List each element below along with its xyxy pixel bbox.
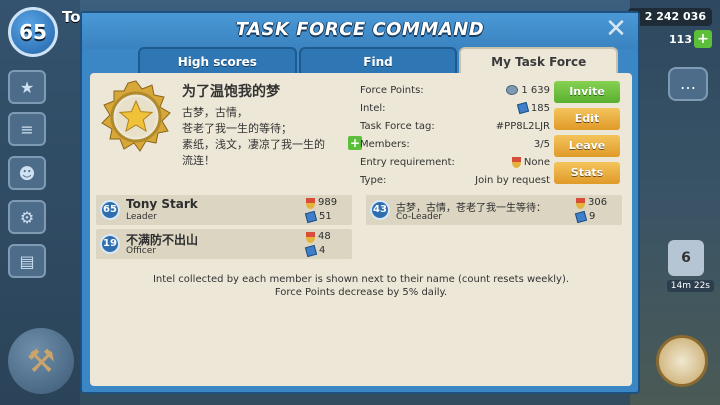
resource-counter: 2 242 036 bbox=[628, 8, 712, 26]
notification-count[interactable]: 6 bbox=[668, 240, 704, 276]
edit-button[interactable]: Edit bbox=[554, 108, 620, 130]
medal-icon bbox=[306, 197, 315, 209]
intel-icon bbox=[516, 101, 530, 115]
tag-value: #PP8L2LJR bbox=[495, 120, 550, 132]
member-level-badge: 65 bbox=[100, 200, 120, 220]
members-value: 3/5 bbox=[533, 138, 550, 150]
member-level-badge: 19 bbox=[100, 234, 120, 254]
entry-row: Entry requirement: None bbox=[360, 153, 550, 171]
member-role: Officer bbox=[126, 246, 156, 256]
member-intel: 51 bbox=[319, 211, 332, 222]
chat-icon[interactable]: … bbox=[668, 67, 708, 101]
tag-label: Task Force tag: bbox=[360, 120, 435, 132]
members-row: Members: 3/5 bbox=[360, 135, 550, 153]
tab-my-task-force[interactable]: My Task Force bbox=[459, 47, 619, 75]
type-value: Join by request bbox=[475, 174, 550, 186]
intel-icon bbox=[574, 210, 588, 224]
description-line: 素纸，浅文，凄凉了我一生的 bbox=[182, 138, 325, 151]
member-medals: 306 bbox=[588, 197, 608, 208]
task-force-name: 为了温饱我的梦 bbox=[182, 84, 280, 100]
member-role: Leader bbox=[126, 212, 157, 222]
map-icon[interactable]: ▤ bbox=[8, 244, 46, 278]
description-line: 古梦，古情， bbox=[182, 106, 248, 119]
invite-button[interactable]: Invite bbox=[554, 81, 620, 103]
task-force-description: 古梦，古情， 苍老了我一生的等待； 素纸，浅文，凄凉了我一生的 流连！ bbox=[182, 105, 332, 169]
stats-button[interactable]: Stats bbox=[554, 162, 620, 184]
task-force-dialog: TASK FORCE COMMAND ✕ High scores Find My… bbox=[80, 11, 640, 394]
task-force-icon[interactable]: ☻ bbox=[8, 156, 46, 190]
type-row: Type: Join by request bbox=[360, 171, 550, 189]
medal-icon bbox=[511, 156, 521, 168]
member-medals: 48 bbox=[318, 231, 331, 242]
tab-find[interactable]: Find bbox=[298, 47, 458, 75]
close-icon[interactable]: ✕ bbox=[604, 16, 628, 42]
member-intel: 9 bbox=[589, 211, 596, 222]
force-points-label: Force Points: bbox=[360, 84, 424, 96]
medal-icon bbox=[306, 231, 315, 243]
member-level-badge: 43 bbox=[370, 200, 390, 220]
tab-bar: High scores Find My Task Force bbox=[138, 47, 619, 75]
action-buttons: Invite Edit Leave Stats bbox=[554, 81, 620, 189]
player-name: To bbox=[62, 8, 81, 26]
my-task-force-content: 为了温饱我的梦 古梦，古情， 苍老了我一生的等待； 素纸，浅文，凄凉了我一生的 … bbox=[90, 73, 632, 386]
leave-button[interactable]: Leave bbox=[554, 135, 620, 157]
force-points-icon bbox=[506, 85, 519, 95]
type-label: Type: bbox=[360, 174, 387, 186]
member-intel: 4 bbox=[319, 245, 326, 256]
leaderboard-icon[interactable]: ≡ bbox=[8, 112, 46, 146]
timer: 14m 22s bbox=[666, 280, 714, 292]
entry-value: None bbox=[523, 156, 550, 168]
member-stats: 306 9 bbox=[574, 196, 608, 224]
task-force-info: Force Points: 1 639 Intel: 185 Task Forc… bbox=[360, 81, 550, 189]
members-label: Members: bbox=[360, 138, 410, 150]
description-line: 流连！ bbox=[182, 154, 215, 167]
footer-line: Intel collected by each member is shown … bbox=[152, 274, 570, 285]
player-level-badge[interactable]: 65 bbox=[8, 7, 58, 57]
force-points-row: Force Points: 1 639 bbox=[360, 81, 550, 99]
force-points-value: 1 639 bbox=[521, 84, 550, 96]
settings-gear-icon[interactable]: ⚙ bbox=[8, 200, 46, 234]
intel-value: 185 bbox=[530, 102, 550, 114]
build-hammer-icon[interactable]: ⚒ bbox=[8, 328, 74, 394]
task-force-star-emblem-icon bbox=[101, 80, 171, 152]
member-role: Co-Leader bbox=[396, 212, 443, 222]
member-stats: 48 4 bbox=[304, 230, 331, 258]
intel-icon bbox=[304, 210, 318, 224]
stars-icon[interactable]: ★ bbox=[8, 70, 46, 104]
gem-counter: 113 bbox=[669, 33, 692, 46]
member-row[interactable]: 65 Tony Stark Leader 989 51 bbox=[96, 195, 352, 225]
add-gems-button[interactable]: + bbox=[694, 30, 712, 48]
member-name: Tony Stark bbox=[126, 197, 198, 211]
compass-icon[interactable] bbox=[656, 335, 708, 387]
dialog-header: TASK FORCE COMMAND ✕ bbox=[82, 13, 638, 49]
intel-icon bbox=[304, 244, 318, 258]
member-medals: 989 bbox=[318, 197, 338, 208]
tag-row: Task Force tag: #PP8L2LJR bbox=[360, 117, 550, 135]
medal-icon bbox=[576, 197, 585, 209]
member-row[interactable]: 43 古梦，古情，苍老了我一生等待： Co-Leader 306 9 bbox=[366, 195, 622, 225]
intel-row: Intel: 185 bbox=[360, 99, 550, 117]
dialog-title: TASK FORCE COMMAND bbox=[235, 19, 485, 40]
member-row[interactable]: 19 不满防不出山 Officer 48 4 bbox=[96, 229, 352, 259]
tab-high-scores[interactable]: High scores bbox=[138, 47, 297, 75]
footer-line: Force Points decrease by 5% daily. bbox=[274, 287, 448, 298]
entry-label: Entry requirement: bbox=[360, 156, 455, 168]
footer-note: Intel collected by each member is shown … bbox=[90, 273, 632, 299]
member-stats: 989 51 bbox=[304, 196, 338, 224]
description-line: 苍老了我一生的等待； bbox=[182, 122, 292, 135]
intel-label: Intel: bbox=[360, 102, 386, 114]
